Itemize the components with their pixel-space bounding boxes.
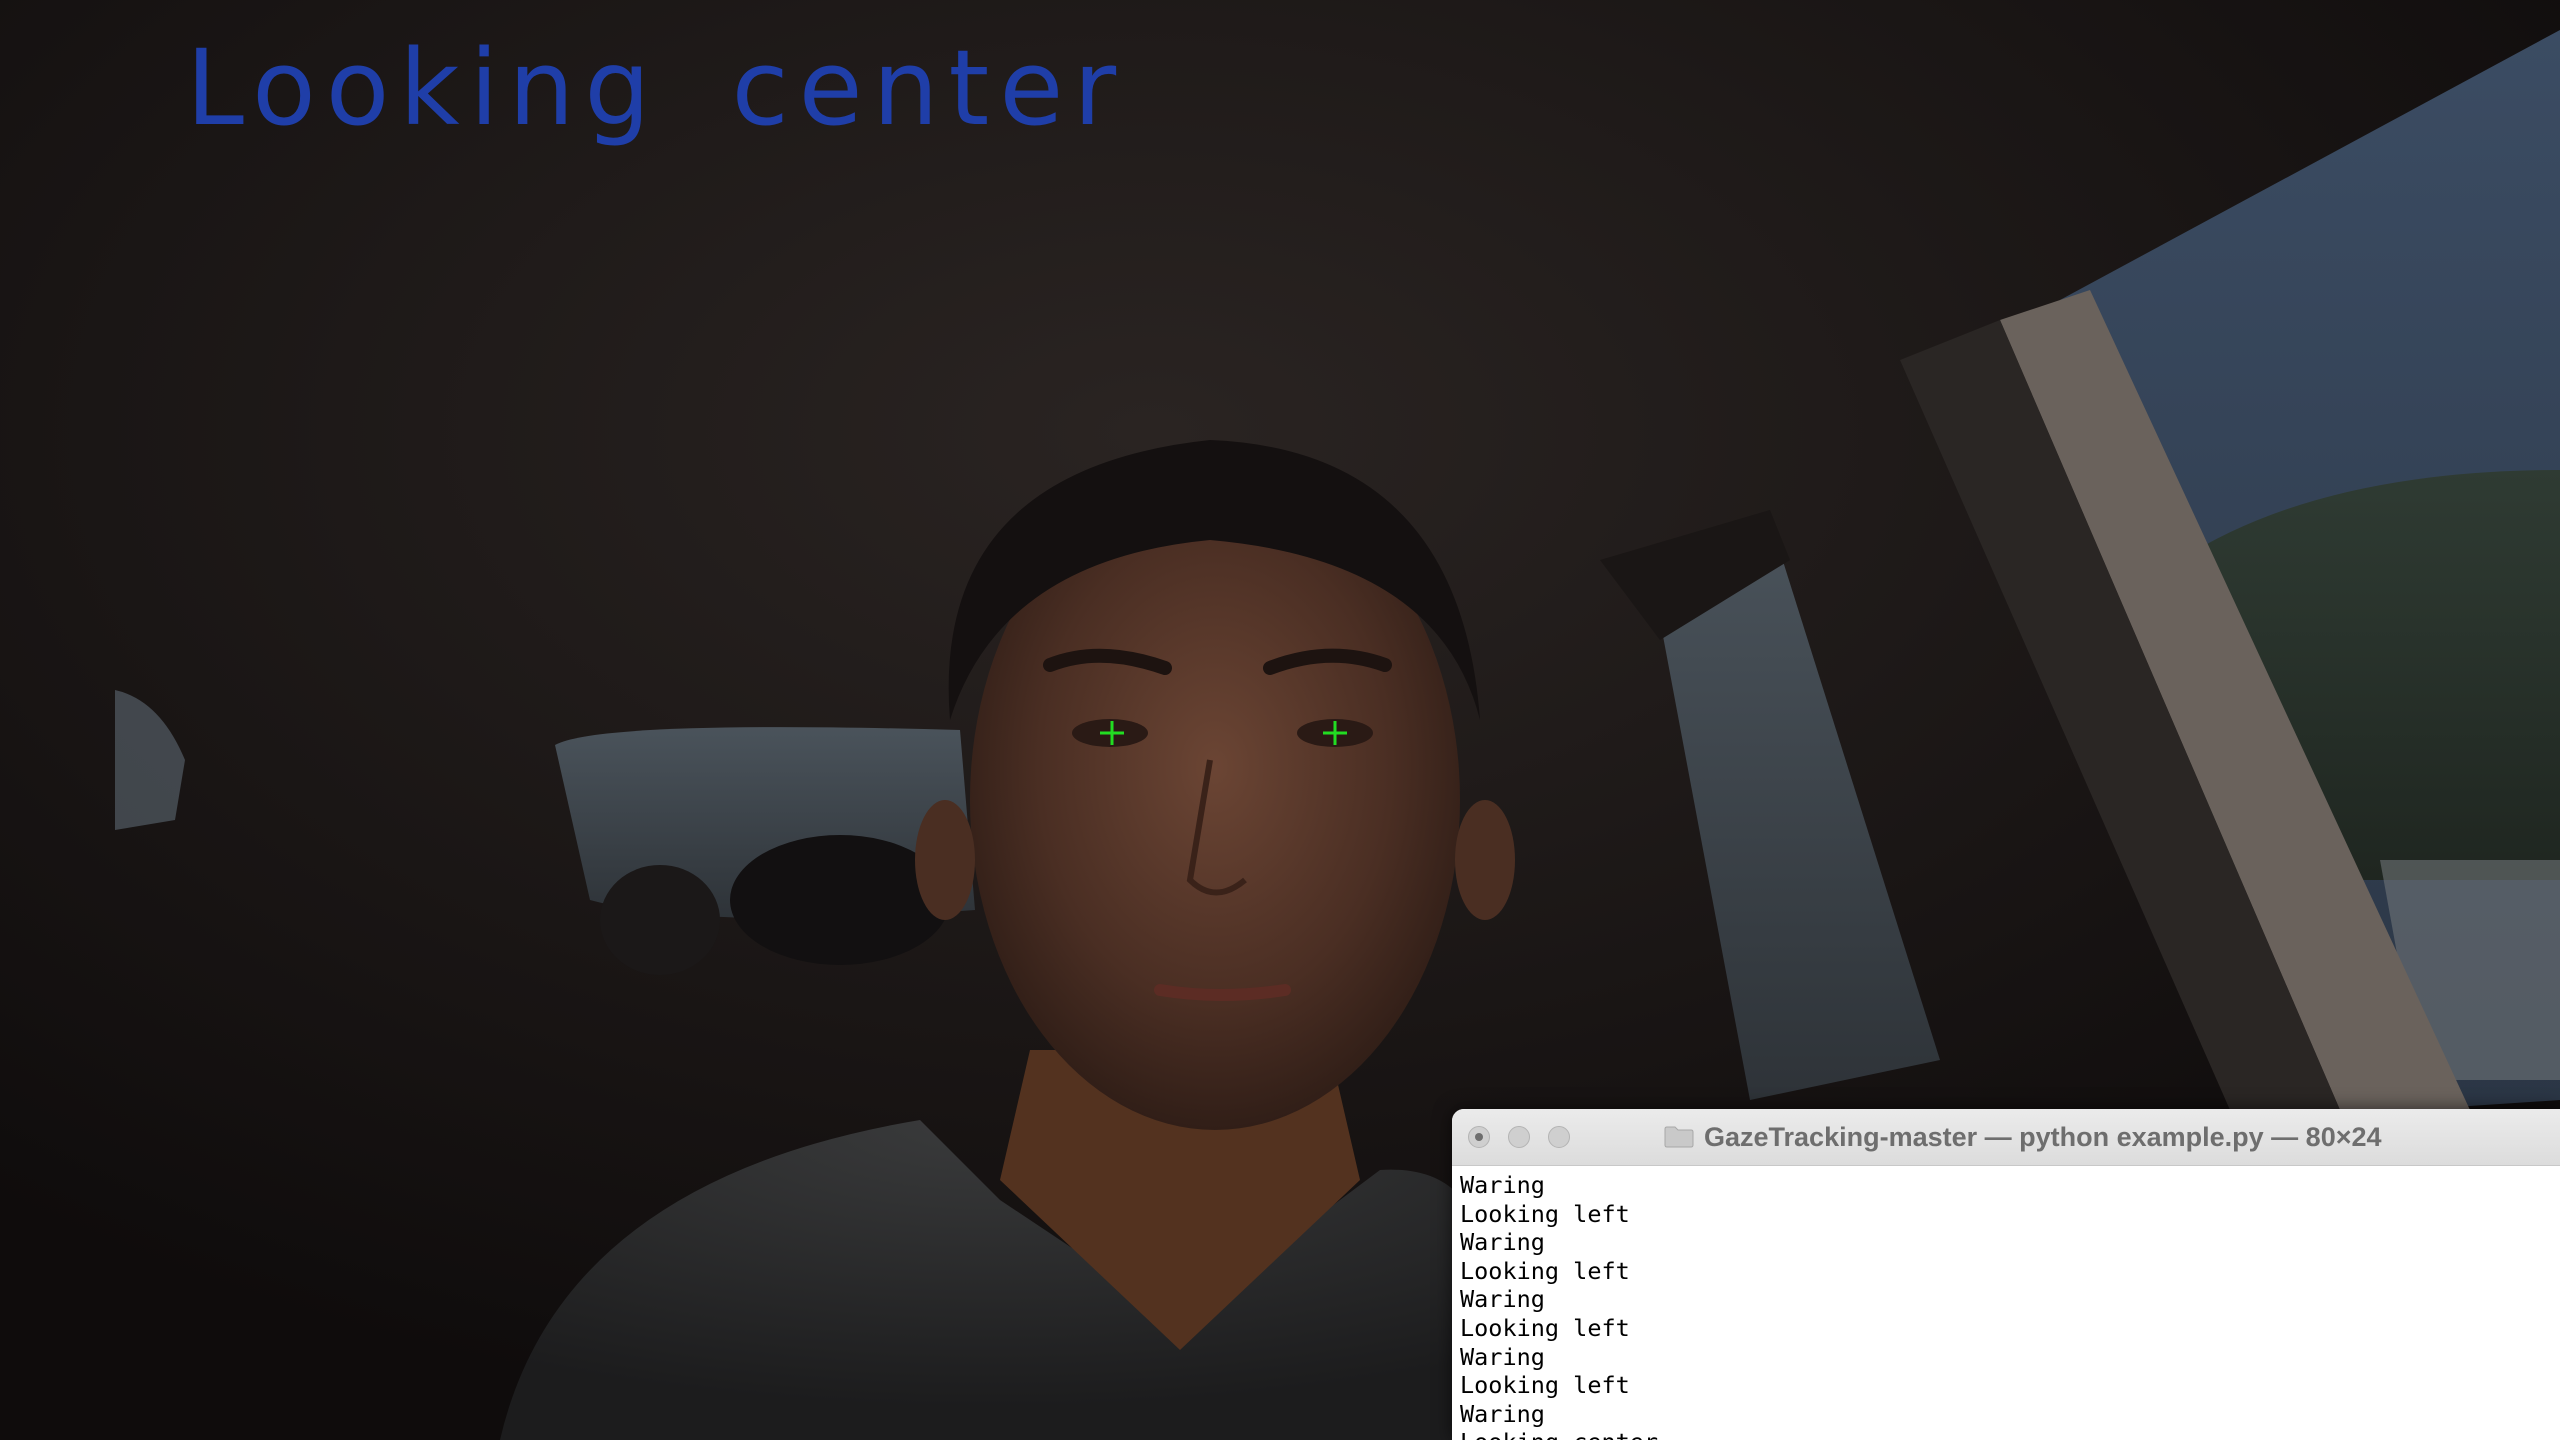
zoom-icon[interactable]	[1548, 1126, 1570, 1148]
terminal-line: Waring	[1460, 1285, 1545, 1314]
terminal-line: Looking left	[1460, 1199, 1630, 1228]
terminal-title: GazeTracking-master — python example.py …	[1704, 1122, 2382, 1152]
gaze-direction-label: Looking center	[186, 27, 1127, 149]
terminal-line: Looking center	[1460, 1428, 2560, 1440]
terminal-output[interactable]: Waring Looking left Waring Looking left Wari…	[1460, 1171, 2560, 1440]
terminal-line: Looking left	[1460, 1371, 1630, 1400]
minimize-icon[interactable]	[1508, 1126, 1530, 1148]
terminal-line: Waring	[1460, 1171, 1545, 1199]
folder-icon	[1664, 1126, 1694, 1148]
terminal-line: Waring	[1460, 1342, 1545, 1371]
terminal-line: Waring	[1460, 1228, 1545, 1257]
terminal-line: Looking left	[1460, 1313, 1630, 1342]
terminal-line: Waring	[1460, 1399, 1545, 1428]
terminal-window[interactable]: GazeTracking-master — python example.py …	[1452, 1109, 2560, 1440]
terminal-line: Looking left	[1460, 1256, 1630, 1285]
terminal-titlebar[interactable]: GazeTracking-master — python example.py …	[1452, 1109, 2560, 1166]
close-icon[interactable]	[1468, 1126, 1490, 1148]
